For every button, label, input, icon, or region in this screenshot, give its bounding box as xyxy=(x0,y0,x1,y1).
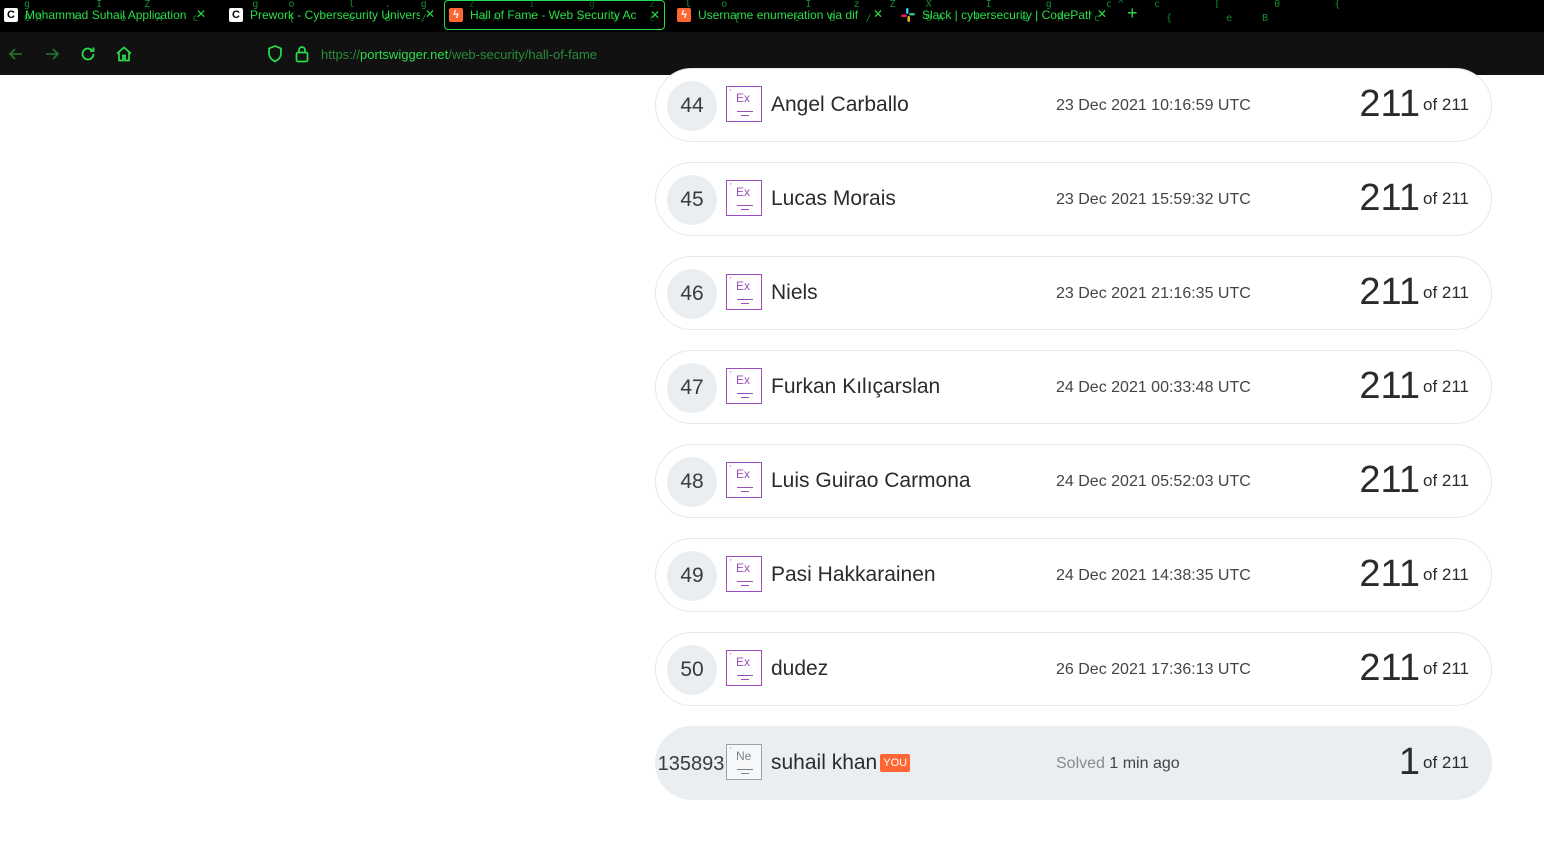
tab-title: Prework - Cybersecurity Univers xyxy=(250,8,420,22)
close-icon[interactable]: ✕ xyxy=(196,7,206,21)
user-name: Pasi Hakkarainen xyxy=(771,563,936,586)
rank-number: 50 xyxy=(667,645,717,695)
user-name: Lucas Morais xyxy=(771,187,896,210)
codepath-c-icon: C xyxy=(4,8,18,22)
lock-icon[interactable] xyxy=(294,44,314,64)
url-host: portswigger.net xyxy=(360,47,449,62)
score: 211 of 211 xyxy=(1359,177,1469,219)
user-name: Luis Guirao Carmona xyxy=(771,469,971,492)
home-button[interactable] xyxy=(114,44,134,64)
leaderboard-row: 48 ' Ex Luis Guirao Carmona 24 Dec 2021 0… xyxy=(655,444,1492,518)
close-icon[interactable]: ✕ xyxy=(873,7,883,21)
slack-icon xyxy=(901,8,915,22)
arrow-left-icon xyxy=(8,48,22,60)
leaderboard-row: 46 ' Ex Niels 23 Dec 2021 21:16:35 UTC 21… xyxy=(655,256,1492,330)
score: 211 of 211 xyxy=(1359,365,1469,407)
score: 211 of 211 xyxy=(1359,553,1469,595)
expert-badge-icon: ' Ex xyxy=(726,556,762,592)
codepath-c-icon: C xyxy=(229,8,243,22)
close-icon[interactable]: ✕ xyxy=(1097,7,1107,21)
completion-time: 24 Dec 2021 14:38:35 UTC xyxy=(1056,567,1251,584)
score: 1 of 211 xyxy=(1398,741,1469,783)
tab-username-enumeration[interactable]: ϟ Username enumeration via dif ✕ xyxy=(673,0,887,30)
tab-hall-of-fame[interactable]: ϟ Hall of Fame - Web Security Ac ✕ xyxy=(444,0,665,30)
rank-number: 47 xyxy=(667,363,717,413)
back-button[interactable] xyxy=(6,44,26,64)
tab-prework[interactable]: C Prework - Cybersecurity Univers ✕ xyxy=(225,0,439,30)
rank-number: 48 xyxy=(667,457,717,507)
reload-icon xyxy=(81,47,95,61)
leaderboard-row: 50 ' Ex dudez 26 Dec 2021 17:36:13 UTC 21… xyxy=(655,632,1492,706)
expert-badge-icon: ' Ex xyxy=(726,274,762,310)
rank-number: 44 xyxy=(667,81,717,131)
url-scheme: https:// xyxy=(321,47,361,62)
user-name: suhail khan YOU xyxy=(771,751,911,775)
expert-badge-icon: ' Ex xyxy=(726,462,762,498)
url-path: /web-security/hall-of-fame xyxy=(448,47,598,62)
newbie-badge-icon: ' Ne xyxy=(726,744,762,780)
reload-button[interactable] xyxy=(78,44,98,64)
forward-button[interactable] xyxy=(42,44,62,64)
score: 211 of 211 xyxy=(1359,647,1469,689)
rank-number: 135893 xyxy=(657,752,725,775)
completion-time: 24 Dec 2021 05:52:03 UTC xyxy=(1056,473,1251,490)
current-user-row: 135893 ' Ne suhail khan YOU Solved 1 min a… xyxy=(655,726,1492,800)
leaderboard-row: 44 ' Ex Angel Carballo 23 Dec 2021 10:16:… xyxy=(655,68,1492,142)
completion-time: 23 Dec 2021 10:16:59 UTC xyxy=(1056,97,1251,114)
completion-time: Solved 1 min ago xyxy=(1056,755,1180,772)
rank-number: 46 xyxy=(667,269,717,319)
home-icon xyxy=(116,46,132,62)
leaderboard-row: 45 ' Ex Lucas Morais 23 Dec 2021 15:59:32… xyxy=(655,162,1492,236)
portswigger-icon: ϟ xyxy=(449,8,463,22)
close-icon[interactable]: ✕ xyxy=(650,8,660,22)
new-tab-button[interactable]: + xyxy=(1127,3,1138,24)
completion-time: 24 Dec 2021 00:33:48 UTC xyxy=(1056,379,1251,396)
tab-title: Hall of Fame - Web Security Ac xyxy=(470,8,637,22)
rank-number: 49 xyxy=(667,551,717,601)
tab-title: Slack | cybersecurity | CodePath xyxy=(922,8,1092,22)
expert-badge-icon: ' Ex xyxy=(726,650,762,686)
user-name: Furkan Kılıçarslan xyxy=(771,375,941,398)
completion-time: 26 Dec 2021 17:36:13 UTC xyxy=(1056,661,1251,678)
score: 211 of 211 xyxy=(1359,271,1469,313)
score: 211 of 211 xyxy=(1359,459,1469,501)
leaderboard-row: 49 ' Ex Pasi Hakkarainen 24 Dec 2021 14:3… xyxy=(655,538,1492,612)
you-badge: YOU xyxy=(880,754,911,772)
completion-time: 23 Dec 2021 15:59:32 UTC xyxy=(1056,191,1251,208)
tab-bar: g I Z g o l . g Z I g Z l o I z Z X I g … xyxy=(0,0,1544,32)
score: 211 of 211 xyxy=(1359,83,1469,125)
address-bar[interactable]: https://portswigger.net/web-security/hal… xyxy=(321,47,597,62)
user-name: Niels xyxy=(771,281,818,304)
close-icon[interactable]: ✕ xyxy=(425,7,435,21)
rank-number: 45 xyxy=(667,175,717,225)
tracking-protection-icon[interactable] xyxy=(266,44,286,64)
tab-title: Mohammad Suhail Application xyxy=(25,8,187,22)
expert-badge-icon: ' Ex xyxy=(726,86,762,122)
tab-slack[interactable]: Slack | cybersecurity | CodePath ✕ xyxy=(897,0,1111,30)
tab-codepath-application[interactable]: C Mohammad Suhail Application ✕ xyxy=(0,0,210,30)
leaderboard-row: 47 ' Ex Furkan Kılıçarslan 24 Dec 2021 00… xyxy=(655,350,1492,424)
portswigger-icon: ϟ xyxy=(677,8,691,22)
user-name: dudez xyxy=(771,657,829,680)
expert-badge-icon: ' Ex xyxy=(726,368,762,404)
user-name: Angel Carballo xyxy=(771,93,909,116)
arrow-right-icon xyxy=(46,48,60,60)
completion-time: 23 Dec 2021 21:16:35 UTC xyxy=(1056,285,1251,302)
tab-title: Username enumeration via dif xyxy=(698,8,859,22)
expert-badge-icon: ' Ex xyxy=(726,180,762,216)
